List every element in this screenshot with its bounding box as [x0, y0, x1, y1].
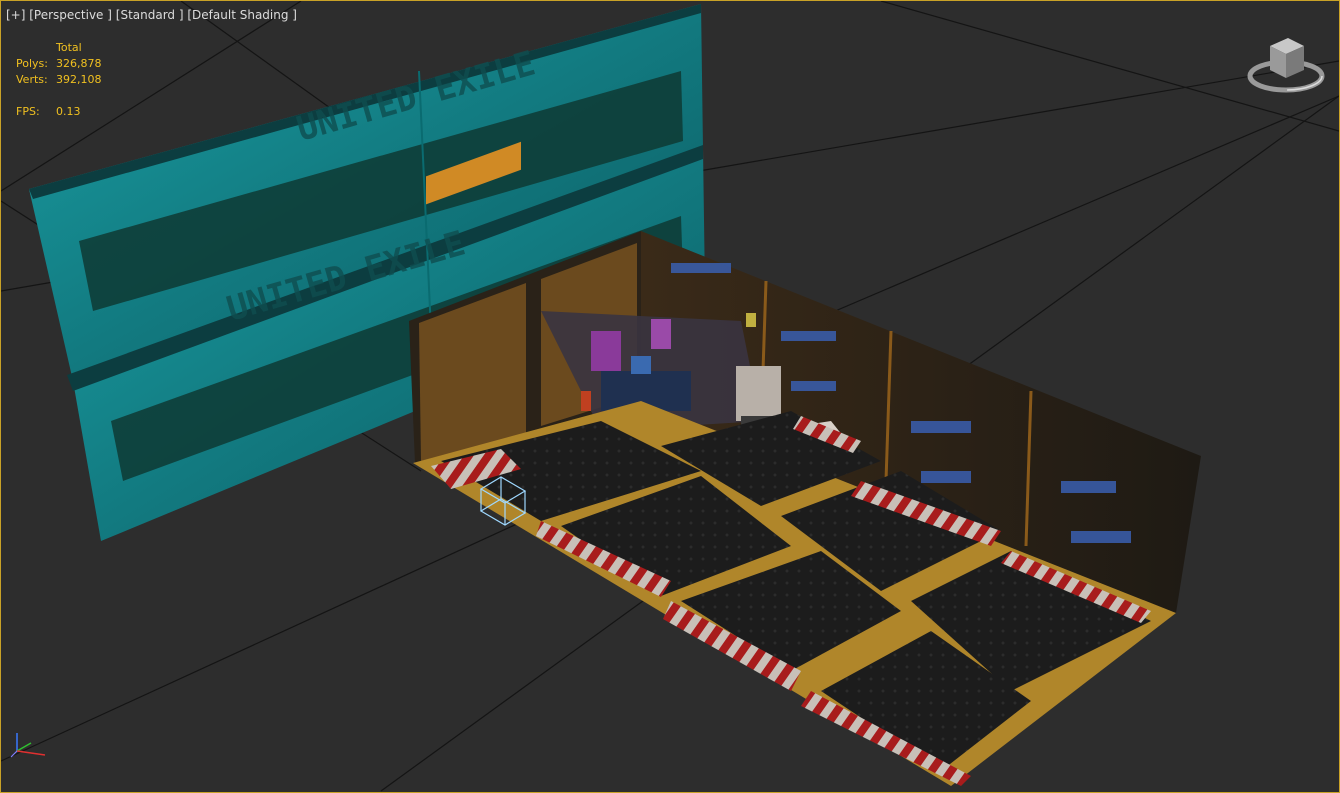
fps-value: 0.13: [56, 105, 81, 118]
viewport-menu-button[interactable]: [+]: [6, 8, 25, 22]
fps-label: FPS:: [16, 105, 40, 118]
view-style-button[interactable]: [Standard ]: [116, 8, 184, 22]
verts-label: Verts:: [16, 73, 48, 86]
axis-gizmo-icon: [9, 729, 59, 765]
view-type-button[interactable]: [Perspective ]: [29, 8, 112, 22]
scene-canvas[interactable]: UNITED EXILE UNITED EXILE: [1, 1, 1339, 792]
polys-value: 326,878: [56, 57, 102, 70]
polys-label: Polys:: [16, 57, 48, 70]
verts-value: 392,108: [56, 73, 102, 86]
viewcube-icon[interactable]: [1246, 34, 1326, 104]
stats-total-label: Total: [56, 41, 82, 54]
viewport-statistics: Total Polys: 326,878 Verts: 392,108 FPS:…: [16, 40, 102, 120]
viewport-label: [+] [Perspective ] [Standard ] [Default …: [6, 8, 297, 22]
shading-mode-button[interactable]: [Default Shading ]: [187, 8, 297, 22]
perspective-viewport[interactable]: UNITED EXILE UNITED EXILE [+] [Perspecti…: [0, 0, 1340, 793]
